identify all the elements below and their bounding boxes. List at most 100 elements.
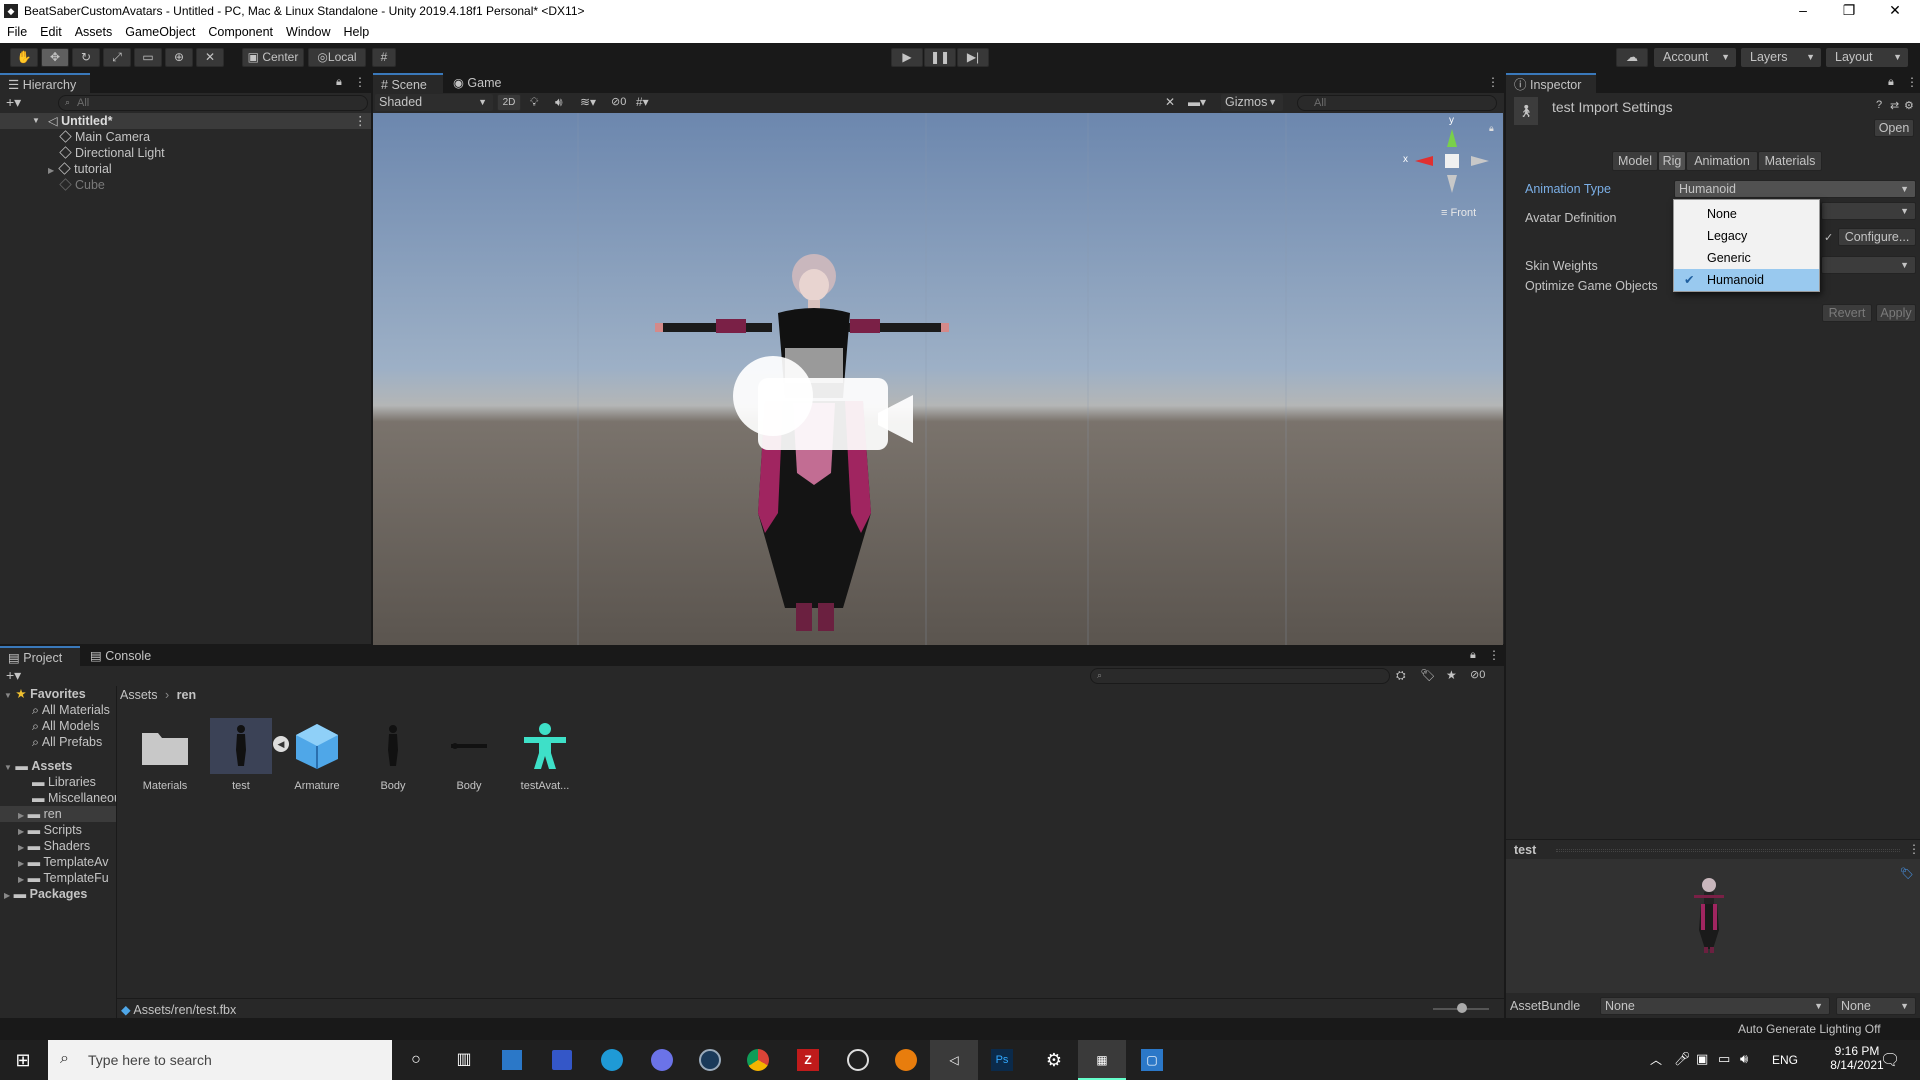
hierarchy-item-cube[interactable]: Cube: [59, 177, 105, 193]
grid-snap-button[interactable]: #: [372, 48, 396, 67]
assetbundle-variant-dropdown[interactable]: None ▼: [1836, 997, 1916, 1015]
collapse-arrow-icon[interactable]: ◀: [273, 736, 289, 752]
tab-console[interactable]: ▤ Console: [82, 646, 162, 666]
move-tool-button[interactable]: ✥: [41, 48, 69, 67]
audio-toggle-icon[interactable]: 🔊︎: [555, 95, 563, 110]
tab-hierarchy[interactable]: ☰ Hierarchy: [0, 73, 90, 93]
tab-game[interactable]: ◉ Game: [445, 73, 515, 93]
minimize-button[interactable]: –: [1780, 0, 1826, 22]
folder-templatefu[interactable]: ▶ ▬ TemplateFu: [18, 870, 109, 886]
notification-icon[interactable]: 🗨︎: [1880, 1050, 1900, 1070]
restore-button[interactable]: ❐: [1826, 0, 1872, 22]
save-icon[interactable]: [538, 1040, 586, 1080]
favorite-all-materials[interactable]: ⌕ All Materials: [32, 702, 110, 718]
create-asset-button[interactable]: +▾: [6, 667, 21, 684]
tab-inspector[interactable]: ⓘ Inspector: [1506, 73, 1596, 93]
model-preview[interactable]: 🏷︎: [1506, 859, 1920, 993]
favorite-all-prefabs[interactable]: ⌕ All Prefabs: [32, 734, 102, 750]
blender-icon[interactable]: [882, 1040, 930, 1080]
subtab-rig[interactable]: Rig: [1658, 151, 1686, 171]
create-button[interactable]: +▾: [6, 94, 21, 111]
asset-armature[interactable]: ◀ Armature: [273, 718, 348, 792]
steam-icon[interactable]: [686, 1040, 734, 1080]
chevron-up-icon[interactable]: ︿: [1650, 1051, 1662, 1068]
hierarchy-item-main-camera[interactable]: Main Camera: [59, 129, 150, 145]
play-button[interactable]: ▶: [891, 48, 923, 67]
volume-icon[interactable]: 🔊︎: [1740, 1051, 1748, 1067]
shading-mode-dropdown[interactable]: Shaded ▼: [375, 94, 493, 111]
scale-tool-button[interactable]: ⤢: [103, 48, 131, 67]
photoshop-icon[interactable]: Ps: [978, 1040, 1026, 1080]
menu-file[interactable]: File: [0, 22, 33, 39]
task-view-icon[interactable]: ▥: [440, 1040, 488, 1080]
menu-option-none[interactable]: None: [1674, 203, 1819, 225]
chrome-icon[interactable]: [734, 1040, 782, 1080]
hidden-objects-toggle[interactable]: ⊘0: [611, 95, 626, 108]
folder-scripts[interactable]: ▶ ▬ Scripts: [18, 822, 82, 838]
help-icon[interactable]: ?: [1876, 99, 1882, 111]
menu-option-humanoid[interactable]: ✔ Humanoid: [1674, 269, 1819, 291]
store-icon[interactable]: [488, 1040, 536, 1080]
scene-search-input[interactable]: All: [1297, 95, 1497, 111]
project-search-input[interactable]: ⌕: [1090, 668, 1390, 684]
tab-scene[interactable]: # Scene: [373, 73, 443, 93]
search-by-label-icon[interactable]: 🏷︎: [1420, 668, 1435, 682]
asset-materials[interactable]: Materials: [134, 718, 196, 792]
scene-viewport[interactable]: y x ≡ Front 🔒︎: [373, 113, 1503, 645]
cortana-icon[interactable]: ○: [392, 1040, 440, 1080]
favorites-header[interactable]: ▼ ★ Favorites: [4, 686, 86, 702]
kebab-menu-icon[interactable]: ⋮: [1906, 75, 1918, 89]
kebab-menu-icon[interactable]: ⋮: [354, 113, 367, 129]
network-icon[interactable]: ▣: [1696, 1051, 1708, 1067]
folder-miscellaneous[interactable]: ▬ Miscellaneous: [32, 790, 116, 806]
custom-tool-button[interactable]: ✕: [196, 48, 224, 67]
lock-icon[interactable]: 🔒︎: [1489, 123, 1494, 134]
skin-weights-dropdown[interactable]: ▼: [1821, 256, 1916, 274]
assets-header[interactable]: ▼ ▬ Assets: [4, 758, 72, 774]
subtab-materials[interactable]: Materials: [1758, 151, 1822, 171]
assetbundle-dropdown[interactable]: None ▼: [1600, 997, 1830, 1015]
grid-toggle-icon[interactable]: #▾: [636, 95, 649, 109]
breadcrumb-assets[interactable]: Assets: [120, 688, 158, 702]
account-dropdown[interactable]: Account ▼: [1654, 48, 1736, 67]
toggle-2d-button[interactable]: 2D: [497, 94, 521, 111]
tools-icon[interactable]: ✕: [1165, 95, 1175, 109]
rect-tool-button[interactable]: ▭: [134, 48, 162, 67]
menu-assets[interactable]: Assets: [68, 22, 119, 39]
asset-body-flat[interactable]: Body: [438, 718, 500, 792]
tab-project[interactable]: ▤ Project: [0, 646, 80, 666]
orientation-gizmo[interactable]: y x ≡ Front 🔒︎: [1403, 115, 1497, 223]
menu-component[interactable]: Component: [201, 22, 279, 39]
folder-shaders[interactable]: ▶ ▬ Shaders: [18, 838, 90, 854]
menu-window[interactable]: Window: [279, 22, 336, 39]
rotate-tool-button[interactable]: ↻: [72, 48, 100, 67]
pivot-center-toggle[interactable]: ▣ Center: [242, 48, 304, 67]
hidden-packages-toggle[interactable]: ⊘0: [1470, 668, 1485, 681]
lock-icon[interactable]: 🔒︎: [1888, 76, 1894, 89]
favorites-star-icon[interactable]: ★: [1446, 668, 1457, 682]
search-by-type-icon[interactable]: ⛭: [1396, 668, 1406, 683]
unity-icon[interactable]: ▢: [1128, 1040, 1176, 1080]
hierarchy-search-input[interactable]: All: [58, 95, 368, 111]
kebab-menu-icon[interactable]: ⋮: [1488, 648, 1500, 662]
tag-icon[interactable]: 🏷︎: [1900, 867, 1914, 880]
kebab-menu-icon[interactable]: ⋮: [354, 75, 366, 89]
subtab-model[interactable]: Model: [1612, 151, 1658, 171]
lighting-toggle-icon[interactable]: 💡︎: [530, 95, 538, 110]
breadcrumb-ren[interactable]: ren: [177, 688, 196, 702]
packages-header[interactable]: ▶ ▬ Packages: [4, 886, 87, 902]
collab-button[interactable]: ☁: [1616, 48, 1648, 67]
open-button[interactable]: Open: [1874, 119, 1914, 137]
lock-icon[interactable]: 🔒︎: [336, 76, 342, 89]
hierarchy-item-directional-light[interactable]: Directional Light: [59, 145, 165, 161]
preset-icon[interactable]: ⇄: [1890, 99, 1899, 112]
apply-button[interactable]: Apply: [1876, 304, 1916, 322]
view-mode-label[interactable]: ≡ Front: [1441, 207, 1476, 219]
kebab-menu-icon[interactable]: ⋮: [1908, 842, 1920, 856]
gear-icon[interactable]: ⚙: [1904, 99, 1914, 112]
edge-icon[interactable]: [588, 1040, 636, 1080]
lock-icon[interactable]: 🔒︎: [1470, 649, 1476, 662]
close-button[interactable]: ✕: [1872, 0, 1918, 22]
icon-size-slider-handle[interactable]: [1457, 1003, 1467, 1013]
language-indicator[interactable]: ENG: [1772, 1053, 1798, 1067]
